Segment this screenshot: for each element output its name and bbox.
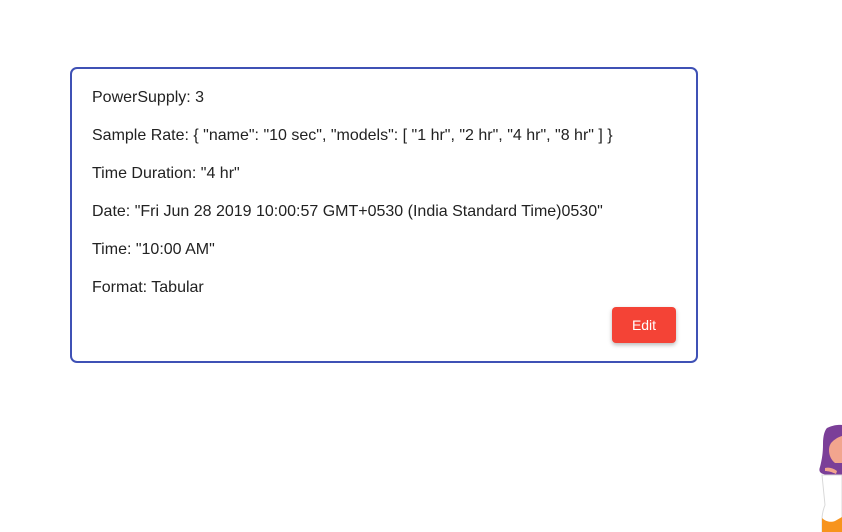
assistant-character-icon (815, 420, 842, 532)
time-text: Time: "10:00 AM" (92, 241, 215, 258)
page: PowerSupply: 3 Sample Rate: { "name": "1… (0, 0, 842, 532)
assistant-character-svg (819, 424, 842, 532)
edit-button[interactable]: Edit (612, 307, 676, 343)
sample-rate-text: Sample Rate: { "name": "10 sec", "models… (92, 127, 613, 144)
time-duration-text: Time Duration: "4 hr" (92, 165, 240, 182)
date-text: Date: "Fri Jun 28 2019 10:00:57 GMT+0530… (92, 203, 603, 220)
format-text: Format: Tabular (92, 279, 204, 296)
power-supply-text: PowerSupply: 3 (92, 89, 205, 106)
settings-summary-card: PowerSupply: 3 Sample Rate: { "name": "1… (70, 67, 698, 363)
